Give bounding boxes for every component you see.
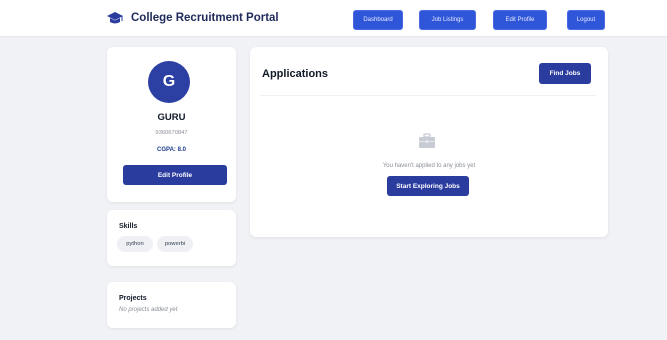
- brand[interactable]: College Recruitment Portal: [106, 11, 279, 25]
- nav-edit-profile-button[interactable]: Edit Profile: [493, 10, 547, 30]
- nav-logout-button[interactable]: Logout: [567, 10, 605, 30]
- skills-title: Skills: [119, 223, 138, 230]
- projects-title: Projects: [119, 295, 147, 302]
- applications-title: Applications: [262, 68, 329, 80]
- nav-dashboard-button[interactable]: Dashboard: [353, 10, 403, 30]
- profile-phone: 9360670847: [155, 130, 188, 136]
- skill-chip: python: [117, 236, 153, 252]
- top-navbar: College Recruitment Portal Dashboard Job…: [0, 0, 667, 36]
- profile-cgpa: CGPA: 8.0: [157, 147, 186, 153]
- start-exploring-jobs-button[interactable]: Start Exploring Jobs: [387, 176, 469, 196]
- edit-profile-button[interactable]: Edit Profile: [123, 165, 227, 185]
- applications-empty-text: You haven't applied to any jobs yet: [382, 163, 476, 169]
- skill-chip: powerbi: [157, 236, 193, 252]
- applications-divider: [260, 95, 596, 96]
- briefcase-icon: [418, 133, 436, 154]
- projects-empty-text: No projects added yet: [119, 307, 178, 313]
- profile-name: GURU: [157, 112, 186, 123]
- nav-job-listings-button[interactable]: Job Listings: [419, 10, 476, 30]
- graduation-cap-icon: [106, 11, 124, 25]
- find-jobs-button[interactable]: Find Jobs: [539, 63, 591, 84]
- avatar: G: [148, 61, 190, 103]
- projects-card: [107, 282, 236, 328]
- brand-title: College Recruitment Portal: [131, 12, 279, 24]
